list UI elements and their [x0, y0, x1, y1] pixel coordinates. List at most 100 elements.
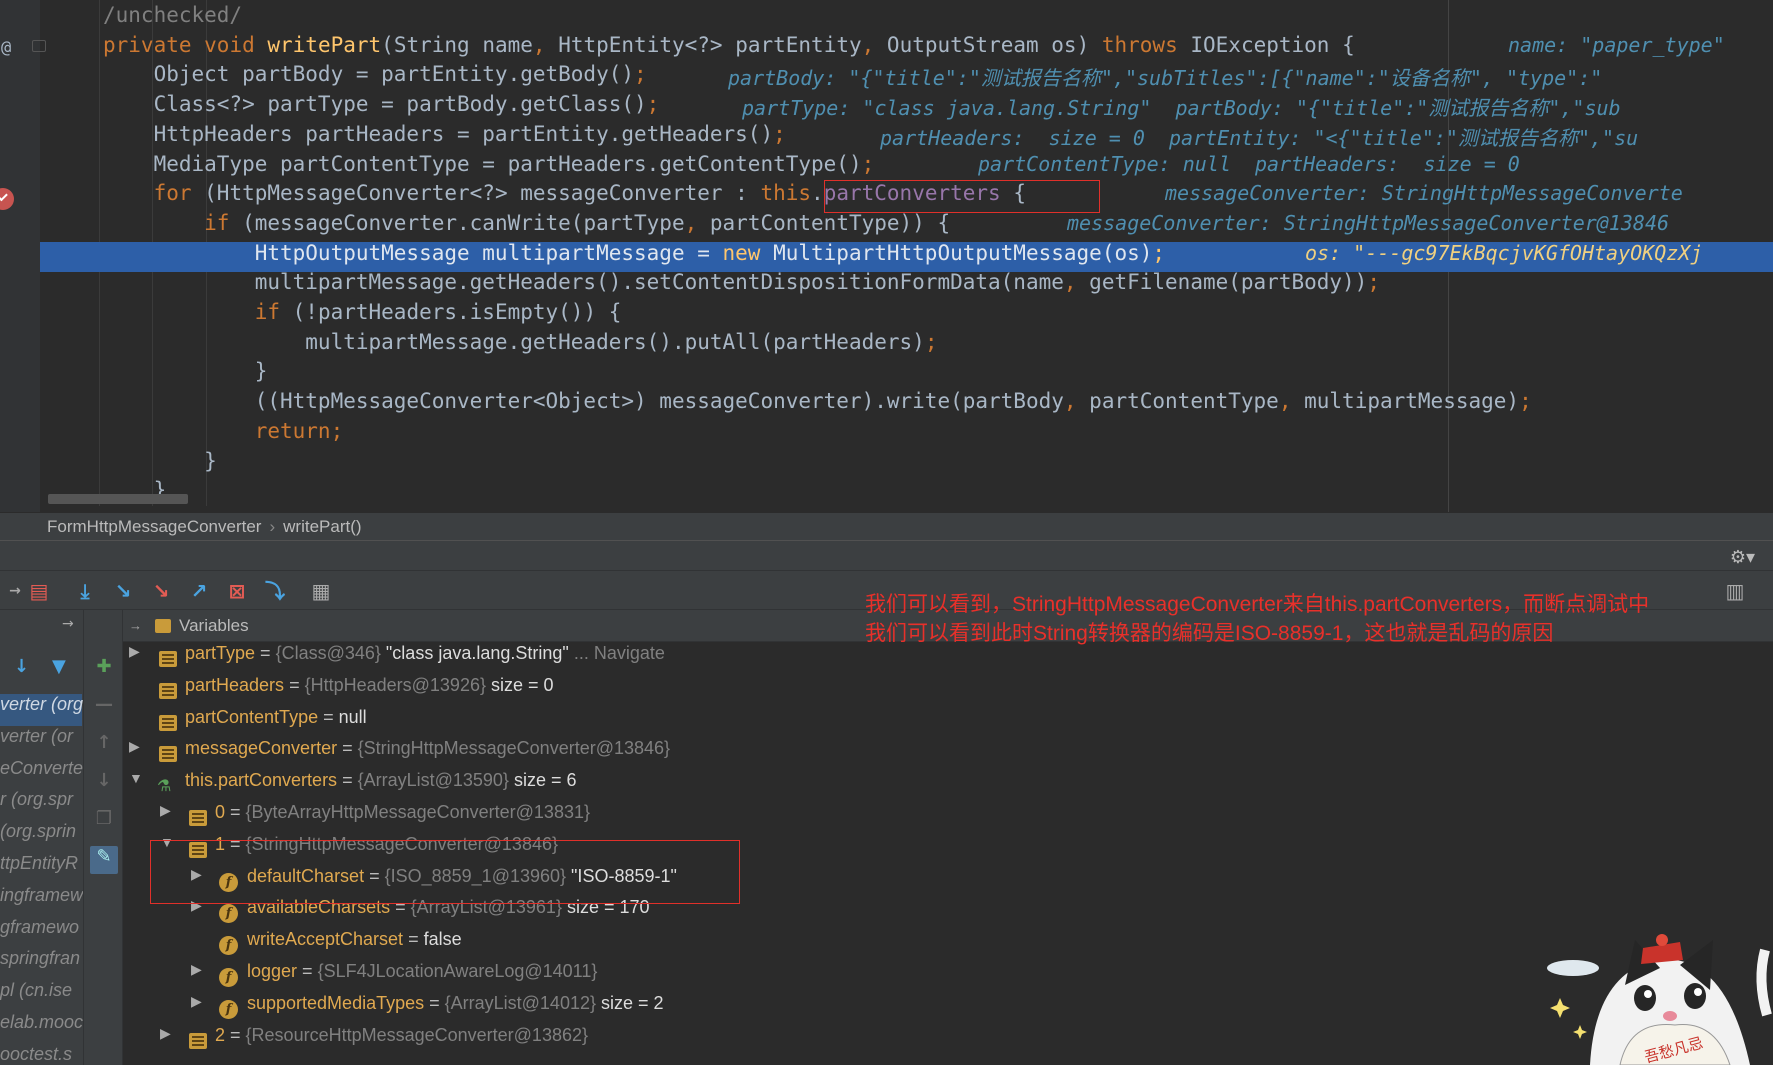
variable-name: partContentType — [185, 706, 319, 727]
expand-arrow-icon[interactable]: ▶ — [160, 802, 174, 819]
variable-ref: {ResourceHttpMessageConverter@13862} — [245, 1024, 588, 1045]
code-line[interactable]: Object partBody = partEntity.getBody(); — [103, 62, 647, 92]
expand-icon[interactable]: → — [129, 610, 142, 642]
expand-arrow-icon[interactable]: ▶ — [129, 643, 143, 660]
code-line[interactable]: return; — [103, 419, 344, 449]
remove-watch-icon[interactable]: — — [92, 694, 116, 716]
gear-icon[interactable]: ⚙▾ — [1730, 547, 1755, 568]
frames-panel[interactable]: → ↓ ▼ verter (org verter (or eConverte r (o… — [0, 610, 83, 1065]
code-line[interactable]: Class<?> partType = partBody.getClass(); — [103, 92, 660, 122]
code-line[interactable]: if (messageConverter.canWrite(partType, … — [103, 211, 950, 241]
variable-row[interactable]: ▶ f supportedMediaTypes = {ArrayList@14012… — [123, 993, 1723, 1025]
stack-frame[interactable]: elab.mooc — [0, 1012, 83, 1044]
code-token: if — [103, 300, 293, 324]
code-line[interactable]: HttpHeaders partHeaders = partEntity.get… — [103, 122, 786, 152]
code-line[interactable]: private void writePart(String name, Http… — [103, 33, 1355, 63]
move-up-icon[interactable]: ↑ — [92, 732, 116, 754]
breadcrumb-class[interactable]: FormHttpMessageConverter — [47, 517, 261, 536]
stack-frame[interactable]: ttpEntityR — [0, 853, 78, 885]
step-out-icon[interactable]: ↗ — [186, 579, 212, 603]
inline-debug-value: partBody: "{"title":"测试报告名称","subTitles"… — [728, 66, 1603, 91]
fold-icon[interactable] — [32, 40, 46, 52]
code-token: , — [1063, 270, 1090, 295]
code-line[interactable]: } — [103, 359, 268, 389]
variable-row[interactable]: partHeaders = {HttpHeaders@13926} size =… — [123, 675, 1723, 707]
expand-arrow-icon[interactable]: ▶ — [129, 738, 143, 755]
equals-sign: = — [337, 770, 358, 791]
code-token: getFilename(partBody)) — [1089, 270, 1368, 295]
equals-sign: = — [297, 961, 318, 981]
evaluate-expression-icon[interactable]: ▦ — [308, 579, 334, 603]
stack-frame[interactable]: (org.sprin — [0, 821, 76, 853]
new-watch-icon[interactable]: ✚ — [92, 656, 116, 678]
stack-frame[interactable]: eConverte — [0, 758, 83, 790]
variable-row[interactable]: ▶ 0 = {ByteArrayHttpMessageConverter@1383… — [123, 802, 1723, 834]
filter-icon[interactable]: ▼ — [52, 656, 66, 677]
code-editor[interactable]: @ /unchecked/private void writePart(Stri… — [0, 0, 1773, 512]
cat-sticker-image: 吾愁凡忌 — [1547, 934, 1772, 1065]
code-token: partContentType — [1089, 389, 1279, 414]
code-line[interactable]: multipartMessage.getHeaders().setContent… — [103, 270, 1380, 300]
variable-row[interactable]: ▶ messageConverter = {StringHttpMessageCo… — [123, 738, 1723, 770]
move-down-icon[interactable]: ↓ — [92, 770, 116, 792]
show-execution-point-icon[interactable]: ▤ — [26, 579, 52, 603]
show-watches-icon[interactable]: ✎ — [90, 846, 118, 874]
inline-debug-value: name: "paper_type" — [1508, 32, 1725, 57]
breadcrumb-method[interactable]: writePart() — [283, 517, 361, 536]
stack-frame[interactable]: ingframew — [0, 885, 83, 917]
download-icon[interactable]: ↓ — [14, 656, 29, 677]
layout-settings-icon[interactable]: ▥ — [1722, 579, 1748, 603]
step-into-icon[interactable]: ↘ — [110, 579, 136, 603]
run-to-cursor-icon[interactable]: ⤵ — [262, 579, 288, 603]
variable-row[interactable]: ▶ 2 = {ResourceHttpMessageConverter@13862… — [123, 1025, 1723, 1057]
highlight-box-partconverters — [824, 180, 1100, 213]
variables-tree[interactable]: ▶ partType = {Class@346} "class java.lang… — [123, 642, 1773, 1065]
stack-frame[interactable]: springfran — [0, 948, 80, 980]
drop-frame-icon[interactable]: ⊠ — [224, 579, 250, 603]
force-step-into-icon[interactable]: ↘ — [148, 579, 174, 603]
code-line[interactable]: MediaType partContentType = partHeaders.… — [103, 152, 875, 182]
expand-arrow-icon[interactable]: ▶ — [191, 961, 205, 978]
code-token: (String name — [381, 32, 533, 57]
variable-name: 2 — [215, 1024, 226, 1045]
stack-frame[interactable]: ooctest.s — [0, 1044, 72, 1065]
code-token: , — [861, 32, 887, 57]
duplicate-watch-icon[interactable]: ❐ — [92, 808, 116, 830]
breakpoint-icon[interactable] — [0, 188, 14, 210]
stack-frame[interactable]: pl (cn.ise — [0, 980, 72, 1012]
code-line[interactable]: /unchecked/ — [103, 3, 242, 33]
variable-row[interactable]: partContentType = null — [123, 707, 1723, 739]
variable-row[interactable]: ▶ f logger = {SLF4JLocationAwareLog@14011} — [123, 961, 1723, 993]
stack-frame[interactable]: verter (or — [0, 726, 73, 758]
stack-frame[interactable]: r (org.spr — [0, 789, 73, 821]
variable-row[interactable]: ▼ ⚗ this.partConverters = {ArrayList@13590… — [123, 770, 1723, 802]
restore-layout-icon[interactable]: → — [2, 579, 28, 603]
variable-icon — [189, 1032, 207, 1049]
code-line[interactable]: ((HttpMessageConverter<Object>) messageC… — [103, 389, 1532, 419]
code-token: IOException { — [1190, 32, 1355, 57]
step-over-icon[interactable]: ⤓ — [72, 579, 98, 603]
code-line[interactable]: } — [103, 449, 217, 479]
stack-frame[interactable]: gframewo — [0, 917, 79, 949]
code-line[interactable]: multipartMessage.getHeaders().putAll(par… — [103, 330, 937, 360]
code-token: multipartMessage.getHeaders().setContent… — [103, 270, 1064, 295]
variable-ref: {ArrayList@14012} — [444, 992, 596, 1013]
variable-name: logger — [247, 961, 298, 981]
variable-value: size = 6 — [513, 770, 577, 791]
code-token: , — [1278, 389, 1305, 414]
code-token: /unchecked/ — [103, 3, 243, 27]
override-marker-icon[interactable]: @ — [1, 38, 11, 58]
editor-gutter[interactable]: @ — [0, 0, 46, 512]
expand-arrow-icon[interactable]: ▶ — [191, 993, 205, 1010]
collapse-arrow-icon[interactable]: ▼ — [129, 770, 143, 786]
expand-icon[interactable]: → — [62, 616, 74, 632]
horizontal-scrollbar[interactable] — [48, 494, 188, 504]
code-line[interactable]: if (!partHeaders.isEmpty()) { — [103, 300, 622, 330]
stack-frame[interactable]: verter (org — [0, 694, 83, 726]
navigate-link[interactable]: ... Navigate — [574, 643, 665, 663]
variable-row[interactable]: f writeAcceptCharset = false — [123, 929, 1723, 961]
variables-side-toolbar: ✚ — ↑ ↓ ❐ ✎ — [83, 610, 123, 1065]
code-line[interactable]: HttpOutputMessage multipartMessage = new… — [103, 241, 1165, 271]
expand-arrow-icon[interactable]: ▶ — [160, 1025, 174, 1042]
code-token: ; — [1367, 270, 1380, 295]
